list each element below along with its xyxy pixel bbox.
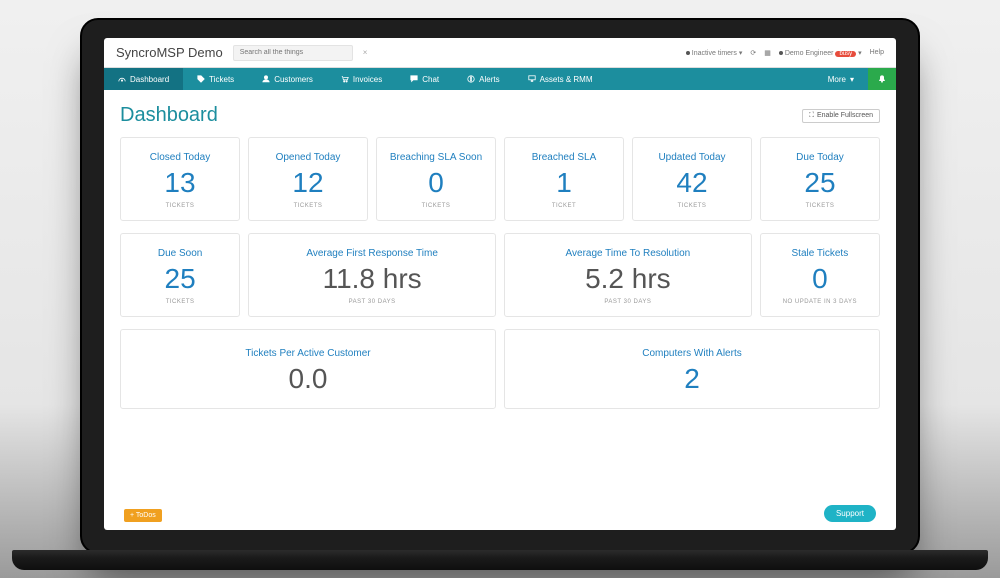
card-title: Computers With Alerts [642, 348, 741, 359]
card-value: 2 [684, 365, 700, 393]
card-title: Opened Today [276, 152, 341, 163]
expand-icon: ⛶ [809, 112, 814, 120]
card-value: 0.0 [289, 365, 328, 393]
cards-row-1: Closed Today 13 TICKETS Opened Today 12 TICKE… [120, 137, 880, 221]
nav-label: Assets & RMM [540, 75, 593, 84]
brand-title: SyncroMSP Demo [116, 45, 223, 60]
nav-label: Invoices [353, 75, 382, 84]
card-title: Due Soon [158, 248, 202, 259]
card-title: Tickets Per Active Customer [245, 348, 370, 359]
nav-customers[interactable]: Customers [248, 68, 327, 90]
stat-card[interactable]: Updated Today 42 TICKETS [632, 137, 752, 221]
nav-label: Tickets [209, 75, 234, 84]
help-link[interactable]: Help [870, 49, 884, 56]
chevron-down-icon: ▾ [850, 75, 854, 84]
laptop-frame: SyncroMSP Demo × Inactive timers ▾ ⟳ ▦ D… [80, 18, 920, 554]
nav-more[interactable]: More ▾ [814, 68, 868, 90]
card-value: 11.8 hrs [323, 265, 422, 293]
page-title: Dashboard [120, 104, 218, 127]
nav-chat[interactable]: Chat [396, 68, 453, 90]
search-close-icon[interactable]: × [363, 48, 368, 57]
card-subtitle: PAST 30 DAYS [604, 299, 651, 305]
monitor-icon [528, 75, 536, 83]
stat-card[interactable]: Opened Today 12 TICKETS [248, 137, 368, 221]
topbar-right: Inactive timers ▾ ⟳ ▦ Demo Engineer busy… [686, 49, 884, 57]
topbar: SyncroMSP Demo × Inactive timers ▾ ⟳ ▦ D… [104, 38, 896, 68]
card-subtitle: TICKETS [166, 203, 195, 209]
page-body: Dashboard ⛶ Enable Fullscreen Closed Tod… [104, 90, 896, 530]
card-subtitle: TICKETS [806, 203, 835, 209]
card-subtitle: TICKETS [678, 203, 707, 209]
user-menu[interactable]: Demo Engineer busy ▾ [779, 49, 862, 57]
nav-label: Dashboard [130, 75, 169, 84]
card-title: Average Time To Resolution [566, 248, 691, 259]
gauge-icon [118, 75, 126, 83]
search-input[interactable] [233, 45, 353, 61]
card-subtitle: TICKETS [166, 299, 195, 305]
stat-card[interactable]: Closed Today 13 TICKETS [120, 137, 240, 221]
cards-row-3: Tickets Per Active Customer 0.0 Computers … [120, 329, 880, 409]
nav-label: Chat [422, 75, 439, 84]
card-value: 0 [428, 169, 444, 197]
main-nav: Dashboard Tickets Customers Invoices Cha… [104, 68, 896, 90]
card-value: 5.2 hrs [585, 265, 671, 293]
refresh-icon[interactable]: ⟳ [750, 49, 756, 57]
card-title: Average First Response Time [306, 248, 438, 259]
card-subtitle: TICKETS [422, 203, 451, 209]
nav-label: More [828, 75, 846, 84]
todos-button[interactable]: + ToDos [124, 509, 162, 522]
stat-card[interactable]: Breached SLA 1 TICKET [504, 137, 624, 221]
nav-alerts[interactable]: Alerts [453, 68, 513, 90]
card-title: Due Today [796, 152, 844, 163]
card-value: 25 [804, 169, 835, 197]
enable-fullscreen-button[interactable]: ⛶ Enable Fullscreen [802, 109, 880, 123]
stat-card[interactable]: Due Today 25 TICKETS [760, 137, 880, 221]
dashboard-cards: Closed Today13TICKETSOpened Today12TICKE… [120, 137, 880, 409]
alert-icon [467, 75, 475, 83]
card-title: Breaching SLA Soon [390, 152, 482, 163]
bell-icon [878, 75, 886, 83]
nav-notifications[interactable] [868, 68, 896, 90]
card-title: Updated Today [658, 152, 725, 163]
stat-card[interactable]: Tickets Per Active Customer 0.0 [120, 329, 496, 409]
user-icon [262, 75, 270, 83]
app-screen: SyncroMSP Demo × Inactive timers ▾ ⟳ ▦ D… [104, 38, 896, 530]
stat-card[interactable]: Stale Tickets 0 NO UPDATE IN 3 DAYS [760, 233, 880, 317]
card-subtitle: TICKET [552, 203, 576, 209]
fullscreen-label: Enable Fullscreen [817, 112, 873, 119]
card-value: 13 [164, 169, 195, 197]
cards-row-2: Due Soon 25 TICKETS Average First Response … [120, 233, 880, 317]
card-title: Closed Today [150, 152, 210, 163]
card-title: Stale Tickets [792, 248, 849, 259]
stat-card[interactable]: Average Time To Resolution 5.2 hrs PAST 30… [504, 233, 752, 317]
card-value: 0 [812, 265, 828, 293]
stat-card[interactable]: Breaching SLA Soon 0 TICKETS [376, 137, 496, 221]
card-subtitle: PAST 30 DAYS [349, 299, 396, 305]
cart-icon [341, 75, 349, 83]
card-subtitle: NO UPDATE IN 3 DAYS [783, 299, 857, 305]
nav-tickets[interactable]: Tickets [183, 68, 248, 90]
tag-icon [197, 75, 205, 83]
timers-menu[interactable]: Inactive timers ▾ [686, 49, 743, 57]
nav-dashboard[interactable]: Dashboard [104, 68, 183, 90]
grid-icon[interactable]: ▦ [764, 49, 771, 57]
card-value: 1 [556, 169, 572, 197]
card-value: 42 [676, 169, 707, 197]
card-subtitle: TICKETS [294, 203, 323, 209]
nav-label: Alerts [479, 75, 499, 84]
card-value: 12 [292, 169, 323, 197]
stat-card[interactable]: Due Soon 25 TICKETS [120, 233, 240, 317]
nav-assets[interactable]: Assets & RMM [514, 68, 607, 90]
stat-card[interactable]: Computers With Alerts 2 [504, 329, 880, 409]
nav-invoices[interactable]: Invoices [327, 68, 396, 90]
support-button[interactable]: Support [824, 505, 876, 522]
stat-card[interactable]: Average First Response Time 11.8 hrs PAST … [248, 233, 496, 317]
card-title: Breached SLA [532, 152, 597, 163]
chat-icon [410, 75, 418, 83]
page-header: Dashboard ⛶ Enable Fullscreen [120, 104, 880, 127]
card-value: 25 [165, 265, 196, 293]
nav-label: Customers [274, 75, 313, 84]
